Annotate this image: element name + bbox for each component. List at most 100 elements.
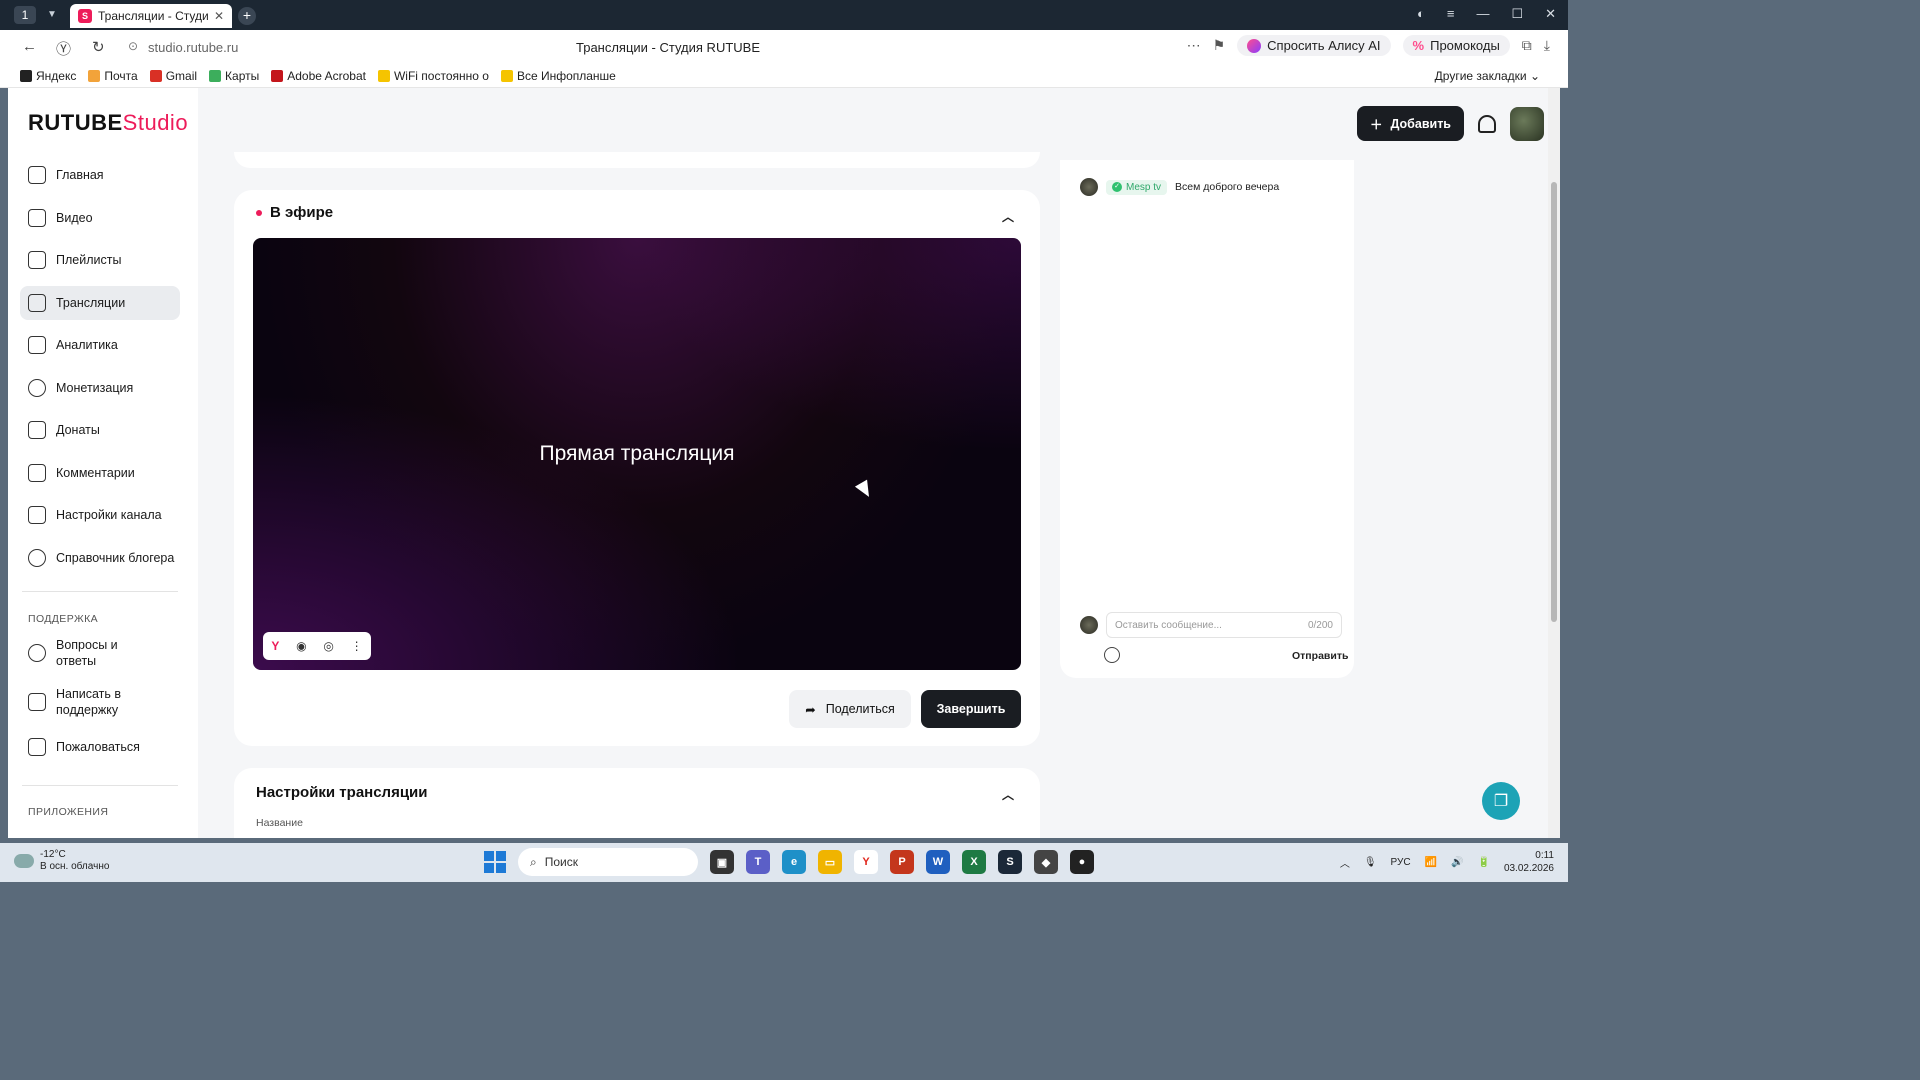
sidebar-divider [22,785,178,786]
close-icon[interactable]: ✕ [214,9,224,23]
support-menu: Вопросы и ответы Написать в поддержку Пожа… [20,633,180,773]
sidebar-item-label: Монетизация [56,380,134,395]
battery-icon[interactable]: 🔋 [1477,857,1489,868]
weather-widget[interactable]: -12°C В осн. облачно [14,849,109,873]
explorer-icon[interactable]: ▭ [818,850,842,874]
menu-icon[interactable]: ≡ [1447,6,1455,22]
teams-icon[interactable]: T [746,850,770,874]
chevron-up-icon[interactable]: ︿ [1340,855,1350,870]
minimize-icon[interactable]: — [1476,6,1489,22]
sidebar-divider [22,591,178,592]
windows-start-icon[interactable] [484,851,506,873]
chevron-down-icon[interactable]: ▼ [44,6,60,24]
broadcast-settings-card: Настройки трансляции ︿ Название [234,768,1040,838]
bookmark-label: Adobe Acrobat [287,68,366,83]
sidebar-item[interactable]: Донаты [20,413,180,447]
bookmark-icon[interactable]: ⚑ [1213,37,1226,54]
tab-active[interactable]: S Трансляции - Студия R ✕ [70,4,232,28]
help-chat-button[interactable]: ❐ [1482,782,1520,820]
more-vertical-icon[interactable]: ⋮ [351,639,363,653]
bookmark-item[interactable]: Почта [88,69,138,83]
yandex-icon[interactable]: Y [271,639,279,653]
logo[interactable]: RUTUBEStudio [28,110,188,136]
bell-icon[interactable] [1478,114,1496,133]
bookmark-item[interactable]: WiFi постоянно о [377,68,489,83]
bookmark-label: WiFi постоянно о [393,68,489,83]
more-icon[interactable]: ⋯ [1187,37,1201,54]
app-icon[interactable]: ● [1070,850,1094,874]
tab-counter[interactable]: 1 [14,6,36,24]
sidebar-item-label: Настройки канала [56,508,162,522]
chat-avatar [1080,178,1098,196]
emoji-icon[interactable] [1104,647,1120,663]
clock[interactable]: 0:11 03.02.2026 [1504,849,1554,875]
end-broadcast-button[interactable]: Завершить [921,690,1021,728]
bookmark-item[interactable]: Все Инфопланше [500,68,616,83]
sidebar-item[interactable]: Написать в поддержку [20,682,180,722]
download-icon[interactable]: ⤓ [1544,37,1550,54]
maximize-icon[interactable]: ☐ [1511,6,1523,22]
chat-message-input[interactable]: Оставить сообщение... 0/200 [1106,612,1342,638]
temperature: -12°C [40,849,66,860]
camera-icon[interactable]: ◎ [323,639,333,653]
sidebar-item[interactable]: Вопросы и ответы [20,633,180,673]
excel-icon[interactable]: X [962,850,986,874]
new-tab-button[interactable]: + [238,7,256,25]
promocodes-label: Промокоды [1430,38,1500,53]
steam-icon[interactable]: S [998,850,1022,874]
promocodes-button[interactable]: % Промокоды [1402,35,1510,56]
address-bar: ← Ⓨ ↻ ⊙ studio.rutube.ru Трансляции - Ст… [0,30,1568,64]
tab-bar: 1 ▼ S Трансляции - Студия R ✕ + ◐ ≡ — ☐ … [0,0,1568,30]
gear-icon [28,506,46,524]
chevron-up-icon[interactable]: ︿ [1002,208,1014,225]
profile-icon[interactable]: ◐ [1417,6,1425,22]
sidebar-item[interactable]: Плейлисты [20,243,180,277]
task-view-icon[interactable]: ▣ [710,850,734,874]
bookmark-item[interactable]: Яндекс [20,69,76,83]
share-button[interactable]: ➦ Поделиться [789,690,911,728]
scrollbar-thumb[interactable] [1551,182,1557,622]
bookmark-label: Все Инфопланше [516,68,616,83]
cloud-icon [14,854,34,868]
edge-icon[interactable]: e [782,850,806,874]
page-scrollbar[interactable] [1548,88,1560,838]
logo-studio: Studio [122,110,189,135]
avatar[interactable] [1510,106,1544,141]
sidebar-item[interactable]: Трансляции [20,285,180,320]
bookmark-item[interactable]: Карты [209,69,259,83]
sidebar-item[interactable]: Видео [20,201,180,235]
sidebar-item[interactable]: Пожаловаться [20,730,180,764]
add-button[interactable]: ＋ Добавить [1356,106,1464,141]
chevron-up-icon[interactable]: ︿ [1002,786,1014,803]
alice-icon [1247,38,1262,53]
bookmark-favicon-icon [500,69,513,82]
plus-icon: ＋ [1369,118,1383,132]
powerpoint-icon[interactable]: P [890,850,914,874]
sidebar-item[interactable]: Комментарии [20,456,180,490]
language-indicator[interactable]: РУС [1391,857,1411,868]
microphone-icon[interactable]: 🎙 [1364,857,1377,868]
sidebar-item[interactable]: Главная [20,158,180,192]
sidebar-item[interactable]: Настройки канала [20,498,180,532]
close-window-icon[interactable]: ✕ [1545,6,1556,22]
yandex-browser-icon[interactable]: Y [854,850,878,874]
bookmark-item[interactable]: Gmail [149,69,197,83]
taskbar-search[interactable]: ⌕ Поиск [518,848,698,876]
volume-icon[interactable]: 🔊 [1451,857,1463,868]
bookmarks-bar: Яндекс Почта Gmail Карты Adobe Acrobat WiFi п… [0,64,1568,88]
send-button[interactable]: Отправить [1292,650,1348,662]
sidebar-item[interactable]: Аналитика [20,328,180,362]
eye-icon[interactable]: ◉ [296,639,306,653]
other-bookmarks[interactable]: Другие закладки ⌄ [1435,69,1540,83]
sidebar-item[interactable]: Монетизация [20,371,180,405]
video-player[interactable]: Прямая трансляция Y ◉ ◎ ⋮ [253,238,1021,670]
bookmark-item[interactable]: Adobe Acrobat [271,69,366,83]
sidebar-item[interactable]: Справочник блогера [20,541,180,575]
game-icon[interactable]: ◆ [1034,850,1058,874]
player-title: Прямая трансляция [539,442,735,465]
word-icon[interactable]: W [926,850,950,874]
collections-icon[interactable]: ⧉ [1522,37,1532,54]
ruble-icon [28,378,46,397]
wifi-icon[interactable]: 📶 [1425,857,1437,868]
ask-alice-button[interactable]: Спросить Алису AI [1237,35,1391,56]
